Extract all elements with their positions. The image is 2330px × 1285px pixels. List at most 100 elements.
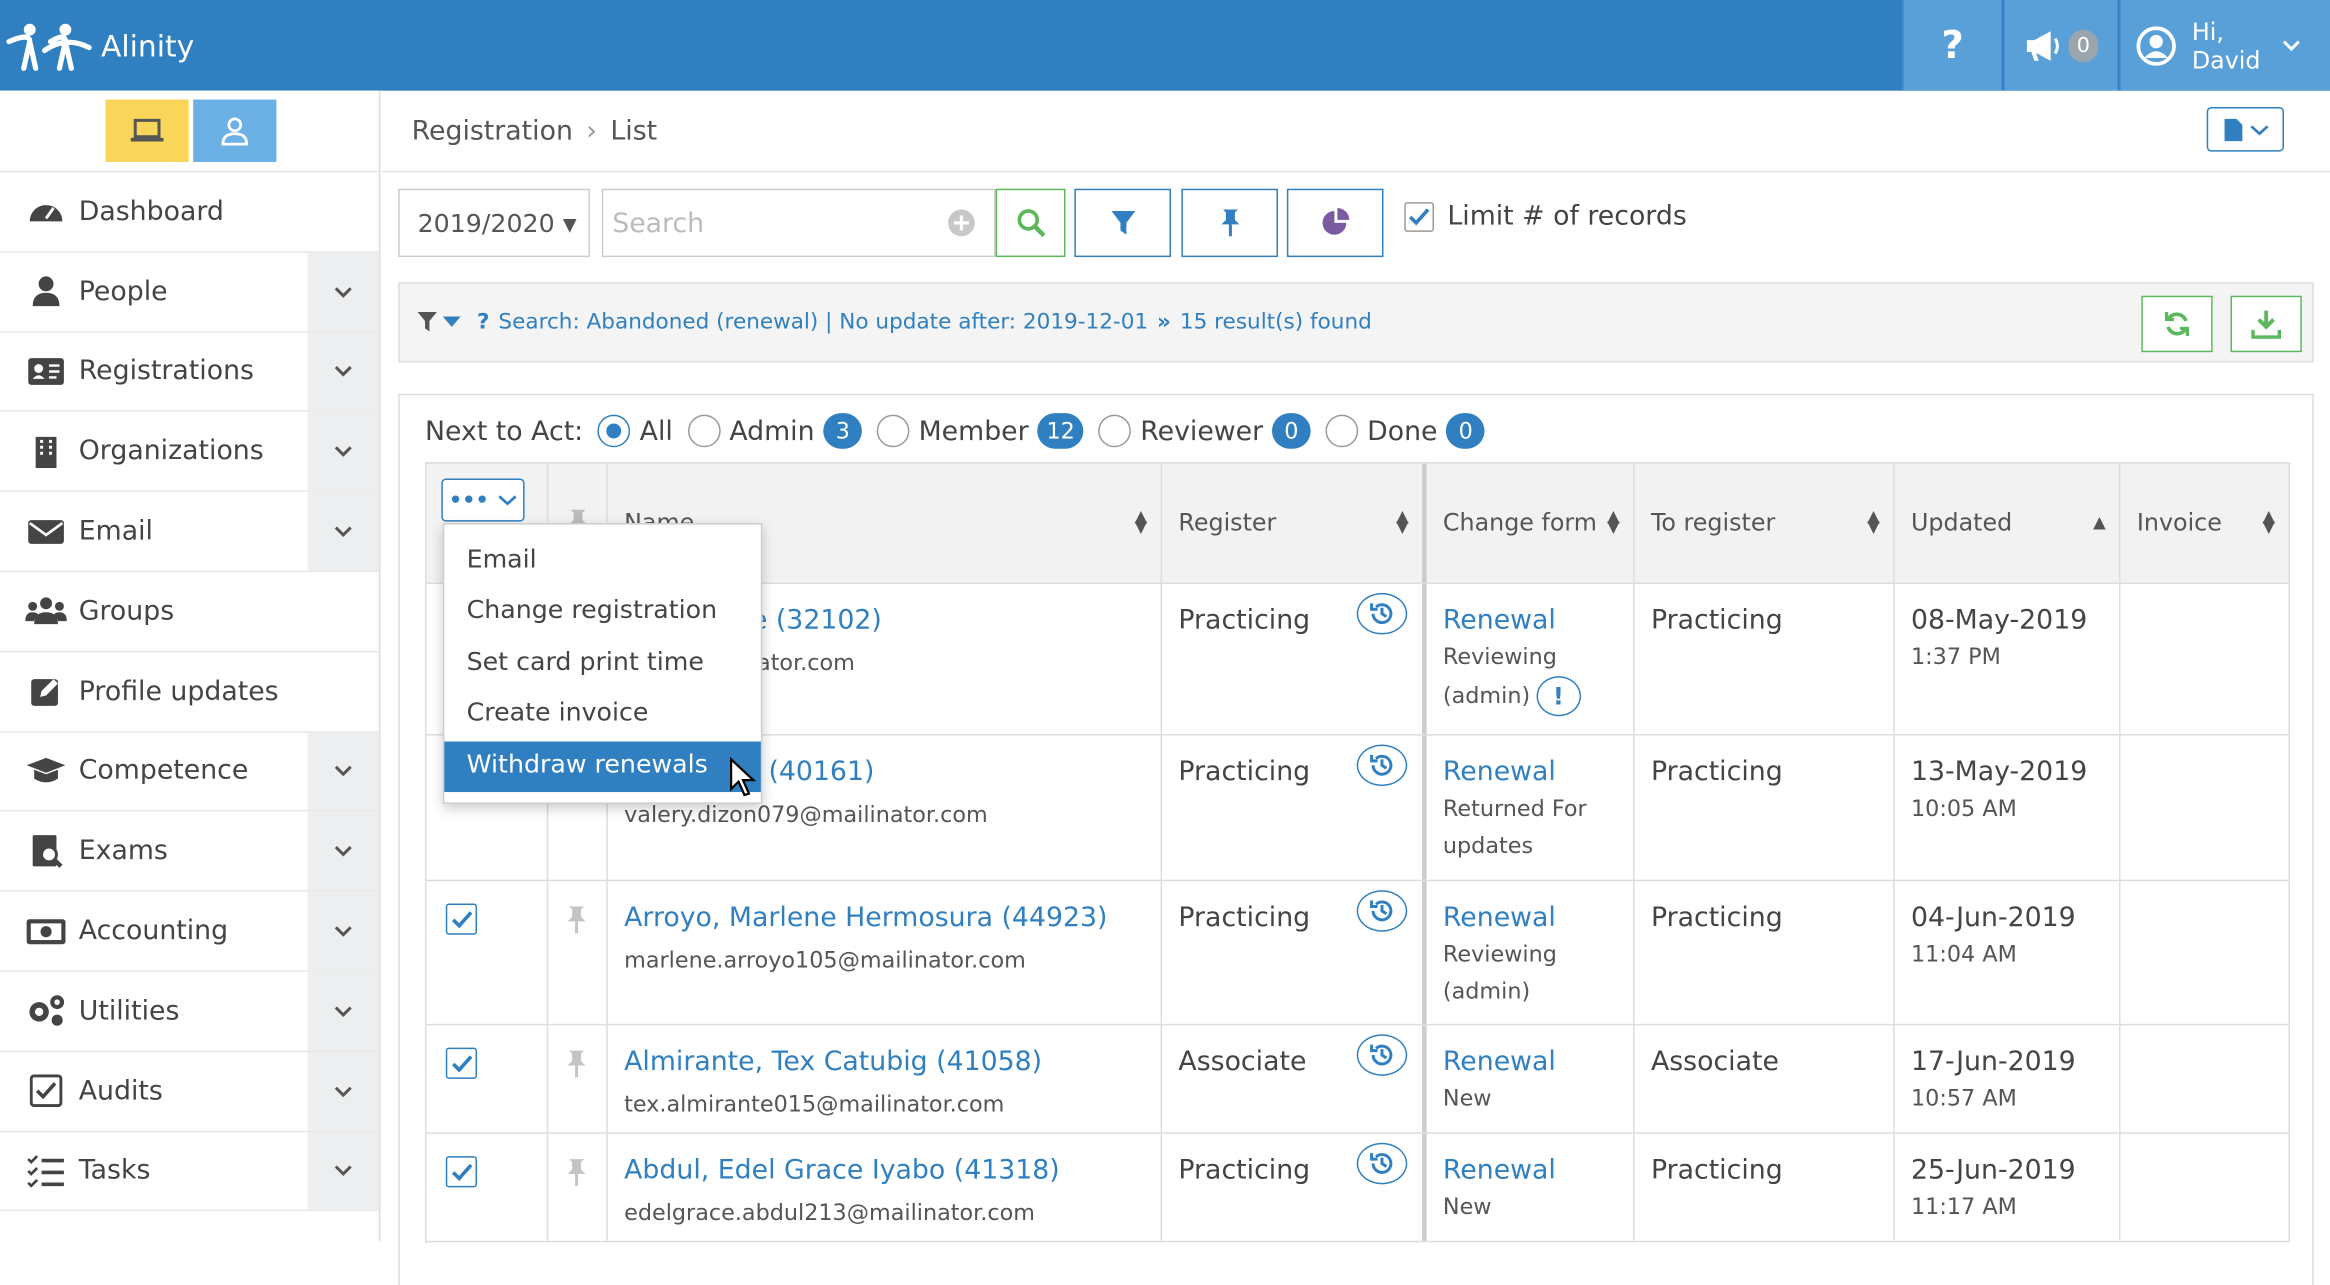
plus-circle-icon[interactable] [947, 208, 977, 238]
chevron-down-icon[interactable] [307, 731, 379, 811]
breadcrumb-parent[interactable]: Registration [412, 116, 573, 147]
row-checkbox[interactable] [445, 1047, 478, 1079]
limit-records-checkbox[interactable]: Limit # of records [1404, 201, 1687, 232]
radio-button[interactable] [876, 414, 910, 448]
registrant-name-link[interactable]: Abdul, Edel Grace Iyabo (41318) [624, 1155, 1160, 1186]
notifications-button[interactable]: 0 [2003, 0, 2118, 91]
change-form-link[interactable]: Renewal [1443, 756, 1633, 787]
option-count-badge: 0 [1272, 413, 1311, 449]
refresh-button[interactable] [2141, 295, 2213, 353]
sidebar-item-audits[interactable]: Audits [0, 1051, 379, 1132]
app-logo[interactable]: Alinity [6, 21, 194, 72]
change-form-link[interactable]: Renewal [1443, 902, 1633, 933]
history-icon[interactable] [1356, 1034, 1408, 1076]
row-checkbox[interactable] [445, 903, 478, 935]
pin-cell [546, 1025, 606, 1133]
next-to-act-option-done[interactable]: Done 0 [1311, 413, 1486, 449]
next-to-act-option-admin[interactable]: Admin 3 [673, 413, 863, 449]
sidebar-item-accounting[interactable]: Accounting [0, 891, 379, 972]
next-to-act-option-all[interactable]: All [583, 414, 673, 448]
chevron-down-icon[interactable] [307, 971, 379, 1051]
sidebar-item-organizations[interactable]: Organizations [0, 412, 379, 493]
user-menu-button[interactable]: Hi, David [2119, 0, 2330, 91]
pin-button[interactable] [1181, 188, 1278, 258]
sidebar-item-groups[interactable]: Groups [0, 572, 379, 653]
chevron-down-icon[interactable] [307, 492, 379, 571]
download-button[interactable] [2230, 295, 2302, 353]
sidebar-item-dashboard[interactable]: Dashboard [0, 172, 379, 253]
chevron-down-icon [2249, 124, 2268, 135]
sidebar-item-utilities[interactable]: Utilities [0, 971, 379, 1052]
chevron-down-icon[interactable] [307, 1131, 379, 1211]
registrant-name-link[interactable]: Arroyo, Marlene Hermosura (44923) [624, 902, 1160, 933]
bulk-actions-button[interactable]: ••• [441, 478, 525, 522]
to-register-value: Practicing [1650, 604, 1783, 637]
filter-dropdown-icon[interactable] [417, 312, 463, 333]
year-select[interactable]: 2019/2020 ▼ [398, 188, 590, 258]
invoice-cell [2119, 1133, 2288, 1241]
pin-icon[interactable] [565, 1158, 589, 1188]
search-criteria: Search: Abandoned (renewal) | No update … [498, 310, 1149, 335]
search-button[interactable] [995, 188, 1066, 258]
change-form-column-header[interactable]: Change form ▲ ▼ [1422, 463, 1633, 583]
exclamation-icon[interactable]: ! [1536, 676, 1581, 717]
change-form-link[interactable]: Renewal [1443, 1046, 1633, 1077]
pin-icon[interactable] [565, 905, 589, 935]
menu-item-email[interactable]: Email [444, 536, 761, 587]
chevron-down-icon[interactable] [307, 252, 379, 331]
next-to-act-option-member[interactable]: Member 12 [862, 413, 1084, 449]
menu-item-create-invoice[interactable]: Create invoice [444, 690, 761, 741]
sidebar-item-profile-updates[interactable]: Profile updates [0, 652, 379, 732]
row-checkbox[interactable] [445, 1156, 478, 1188]
document-menu-button[interactable] [2206, 106, 2284, 152]
menu-item-withdraw-renewals[interactable]: Withdraw renewals [444, 740, 761, 792]
history-icon[interactable] [1356, 890, 1408, 932]
change-form-link[interactable]: Renewal [1443, 605, 1633, 636]
registrant-name-link[interactable]: Almirante, Tex Catubig (41058) [624, 1046, 1160, 1077]
search-icon [1016, 209, 1045, 238]
sidebar-item-people[interactable]: People [0, 252, 379, 333]
change-form-link[interactable]: Renewal [1443, 1155, 1633, 1186]
register-column-header[interactable]: Register ▲ ▼ [1160, 463, 1423, 583]
breadcrumb-separator: › [586, 115, 598, 148]
to-register-cell: Practicing [1633, 735, 1893, 880]
menu-item-change-registration[interactable]: Change registration [444, 588, 761, 639]
sidebar-item-exams[interactable]: Exams [0, 811, 379, 892]
chevron-down-icon[interactable] [307, 811, 379, 891]
sidebar-item-tasks[interactable]: Tasks [0, 1131, 379, 1212]
chart-button[interactable] [1286, 188, 1384, 258]
chevron-down-icon[interactable] [307, 332, 379, 411]
pin-icon[interactable] [565, 1049, 589, 1079]
question-icon[interactable]: ? [477, 311, 490, 335]
invoice-column-header[interactable]: Invoice ▲ ▼ [2119, 463, 2288, 583]
chevron-down-icon[interactable] [307, 891, 379, 971]
admin-view-toggle[interactable] [105, 99, 189, 162]
chevron-down-icon[interactable] [307, 1051, 379, 1131]
sidebar-item-competence[interactable]: Competence [0, 731, 379, 812]
search-input[interactable]: Search [601, 188, 996, 258]
history-icon[interactable] [1356, 744, 1408, 787]
sidebar-item-registrations[interactable]: Registrations [0, 332, 379, 413]
to-register-column-header[interactable]: To register ▲ ▼ [1633, 463, 1893, 583]
register-header-label: Register [1178, 508, 1277, 537]
radio-button[interactable] [687, 414, 721, 448]
radio-button[interactable] [1098, 414, 1132, 448]
sort-icon: ▲ ▼ [1396, 506, 1409, 537]
radio-button[interactable] [1325, 414, 1359, 448]
radio-button[interactable] [598, 414, 631, 448]
history-icon[interactable] [1356, 1142, 1408, 1185]
chevron-down-icon[interactable] [307, 412, 379, 491]
register-cell: Practicing [1160, 1133, 1423, 1241]
updated-date: 08-May-2019 [1910, 604, 2088, 637]
member-view-toggle[interactable] [193, 99, 277, 162]
next-to-act-option-reviewer[interactable]: Reviewer 0 [1084, 413, 1311, 449]
menu-item-set-card-print-time[interactable]: Set card print time [444, 639, 761, 690]
filter-button[interactable] [1074, 188, 1171, 258]
help-button[interactable]: ? [1902, 0, 2002, 91]
history-icon[interactable] [1356, 592, 1408, 635]
change-form-header-label: Change form [1442, 508, 1597, 537]
select-cell [426, 1134, 546, 1241]
ellipsis-icon: ••• [448, 488, 489, 512]
updated-column-header[interactable]: Updated ▲ [1893, 463, 2119, 583]
sidebar-item-email[interactable]: Email [0, 492, 379, 573]
